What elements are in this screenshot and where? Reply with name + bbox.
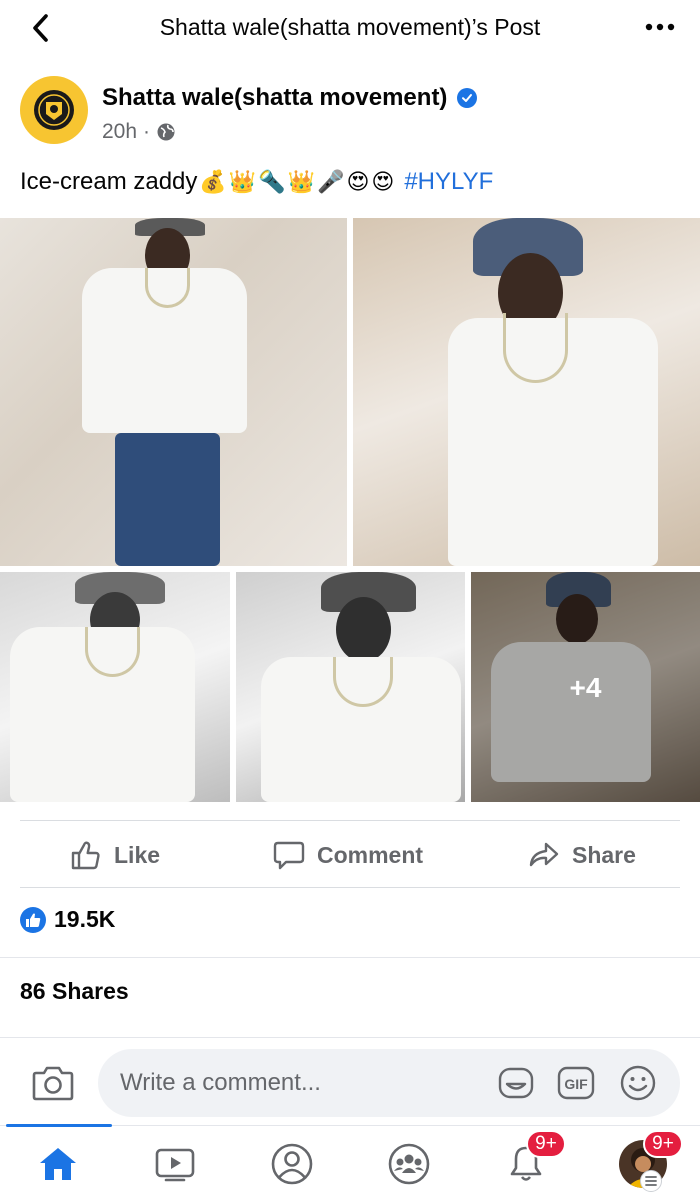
post-caption: Ice-cream zaddy 💰 👑 🔦 👑 🎤 😍 😍 #HYLYF <box>20 168 493 196</box>
person-figure <box>80 218 250 566</box>
person-figure <box>261 572 461 802</box>
notifications-badge: 9+ <box>526 1130 566 1158</box>
tab-profile[interactable] <box>264 1138 320 1190</box>
money-bag-emoji: 💰 <box>199 169 227 194</box>
reactions-count: 19.5K <box>54 906 116 932</box>
author-name[interactable]: Shatta wale(shatta movement) <box>102 84 478 112</box>
page-title: Shatta wale(shatta movement)’s Post <box>159 14 541 40</box>
share-label: Share <box>572 841 636 868</box>
comment-input[interactable] <box>120 1049 480 1117</box>
hamburger-menu-icon[interactable] <box>640 1170 662 1192</box>
thumbs-up-icon <box>71 841 100 870</box>
person-figure <box>448 218 658 566</box>
divider <box>0 957 700 958</box>
post-photo-1[interactable] <box>0 218 347 566</box>
divider <box>20 820 680 821</box>
tab-home[interactable] <box>30 1138 86 1190</box>
bottom-tab-bar: 9+ 9+ <box>0 1124 700 1200</box>
tab-watch[interactable] <box>147 1138 203 1190</box>
share-arrow-icon <box>529 842 559 867</box>
post-time[interactable]: 20h <box>102 120 137 144</box>
tab-groups[interactable] <box>381 1138 437 1190</box>
share-button[interactable]: Share <box>528 836 636 874</box>
smiley-icon <box>620 1065 656 1101</box>
active-tab-indicator <box>6 1124 112 1127</box>
home-icon <box>40 1148 76 1180</box>
shatta-movement-logo-icon <box>34 90 74 130</box>
profile-icon <box>271 1143 313 1185</box>
gif-label: GIF <box>564 1076 588 1092</box>
verified-badge-icon <box>457 88 478 108</box>
heart-eyes-emoji: 😍 <box>346 169 370 194</box>
like-reaction-icon <box>20 906 46 933</box>
post-meta: 20h · <box>102 120 176 144</box>
post-photo-4[interactable] <box>236 572 465 802</box>
shares-count[interactable]: 86 Shares <box>20 978 129 1005</box>
comment-label: Comment <box>317 841 424 868</box>
top-bar: Shatta wale(shatta movement)’s Post <box>0 0 700 56</box>
like-label: Like <box>114 841 161 868</box>
post-photo-2[interactable] <box>353 218 700 566</box>
camera-button[interactable] <box>30 1062 76 1104</box>
heart-eyes-emoji: 😍 <box>371 169 395 194</box>
gif-icon: GIF <box>557 1066 595 1100</box>
menu-badge: 9+ <box>643 1130 683 1158</box>
author-avatar[interactable] <box>20 76 88 144</box>
crown-emoji: 👑 <box>287 169 316 194</box>
caption-text: Ice-cream zaddy <box>20 168 198 195</box>
comment-button[interactable]: Comment <box>273 836 423 874</box>
post-photo-5-more[interactable]: +4 <box>471 572 700 802</box>
like-button[interactable]: Like <box>70 836 160 874</box>
emoji-button[interactable] <box>618 1063 658 1103</box>
person-figure <box>10 572 200 802</box>
sticker-icon <box>498 1067 534 1099</box>
tab-notifications[interactable]: 9+ <box>498 1130 566 1190</box>
meta-separator: · <box>143 120 151 143</box>
sticker-button[interactable] <box>496 1063 536 1103</box>
author-name-text[interactable]: Shatta wale(shatta movement) <box>102 84 447 112</box>
globe-icon <box>157 123 175 141</box>
comment-bubble-icon <box>273 841 305 870</box>
microphone-emoji: 🎤 <box>317 169 345 194</box>
gif-button[interactable]: GIF <box>556 1063 596 1103</box>
divider <box>0 1037 700 1038</box>
hashtag-link[interactable]: #HYLYF <box>404 168 493 196</box>
groups-icon <box>388 1143 430 1185</box>
divider <box>20 887 680 888</box>
post-photo-3[interactable] <box>0 572 230 802</box>
crown-emoji: 👑 <box>228 169 257 194</box>
flashlight-emoji: 🔦 <box>258 169 286 194</box>
more-options-button[interactable] <box>642 12 678 42</box>
comment-composer: GIF <box>98 1049 680 1117</box>
camera-icon <box>32 1066 74 1101</box>
ellipsis-icon <box>645 23 675 31</box>
more-photos-count: +4 <box>569 672 602 703</box>
reactions-summary[interactable]: 19.5K <box>20 906 115 933</box>
video-play-icon <box>155 1148 195 1182</box>
